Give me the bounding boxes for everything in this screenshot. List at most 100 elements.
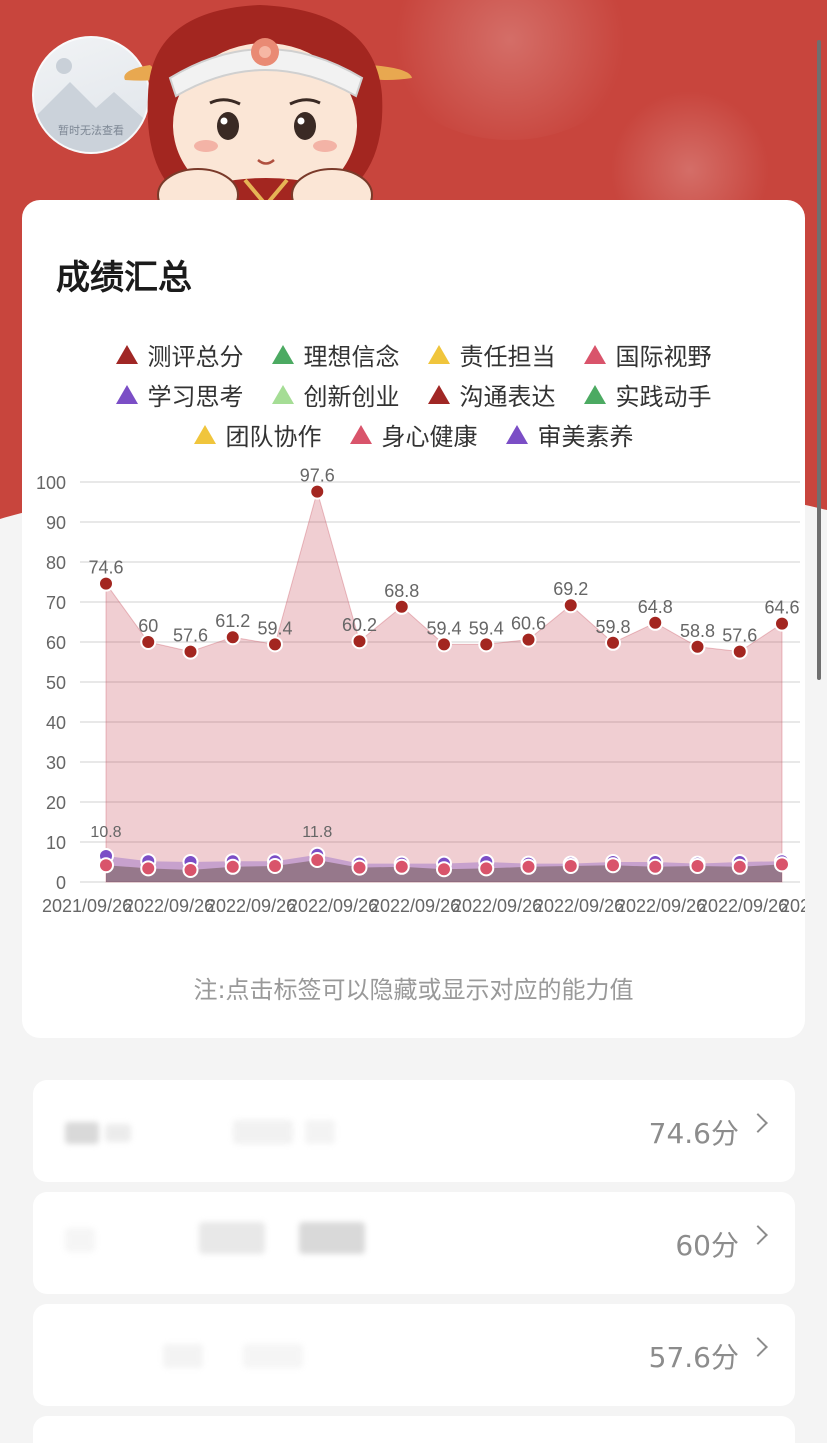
series-area-total — [105, 489, 783, 883]
data-label-total: 97.6 — [300, 466, 335, 486]
data-label-total: 57.6 — [722, 626, 757, 646]
data-point-small — [309, 852, 326, 868]
data-point-total — [98, 575, 114, 592]
data-point-small — [689, 858, 706, 874]
triangle-icon — [271, 384, 294, 404]
score-value: 57.6分 — [648, 1341, 739, 1374]
data-label-total: 60.2 — [342, 615, 377, 635]
blurred-text — [199, 1222, 265, 1254]
data-point-total — [309, 483, 326, 500]
score-list-item[interactable] — [33, 1416, 795, 1443]
y-tick-label: 60 — [46, 633, 66, 653]
data-label-total: 57.6 — [173, 626, 208, 646]
data-point-small — [647, 858, 664, 875]
data-point-total — [436, 636, 452, 653]
data-point-total — [731, 643, 748, 660]
data-point-small — [520, 858, 537, 875]
y-tick-label: 10 — [46, 833, 66, 853]
data-point-total — [182, 643, 199, 660]
legend-item-teamwork[interactable]: 团队协作 — [193, 417, 322, 452]
y-tick-label: 80 — [46, 553, 66, 573]
blurred-text — [243, 1344, 303, 1368]
y-tick-label: 100 — [36, 473, 66, 493]
data-point-total — [647, 614, 664, 631]
x-tick-label: 2022/09/26 — [124, 896, 214, 916]
data-label-total: 68.8 — [384, 581, 419, 601]
legend-item-learning[interactable]: 学习思考 — [115, 377, 244, 412]
data-point-small — [478, 860, 495, 877]
data-label-total: 60 — [138, 616, 158, 636]
triangle-icon — [271, 344, 294, 364]
legend-item-responsibility[interactable]: 责任担当 — [427, 337, 556, 372]
legend-item-practice[interactable]: 实践动手 — [583, 377, 712, 412]
blurred-text — [65, 1122, 99, 1144]
blurred-text — [305, 1120, 335, 1144]
triangle-icon — [427, 344, 450, 364]
y-tick-label: 70 — [46, 593, 66, 613]
score-list-item[interactable]: 57.6分 — [33, 1304, 795, 1406]
blurred-text — [299, 1222, 365, 1254]
blurred-text — [233, 1120, 293, 1144]
score-value: 74.6分 — [648, 1117, 739, 1150]
blurred-text — [65, 1228, 95, 1252]
scrollbar[interactable] — [817, 40, 821, 680]
data-point-total — [393, 598, 410, 615]
data-point-total — [267, 636, 283, 653]
legend-item-health[interactable]: 身心健康 — [349, 417, 478, 452]
score-list-item[interactable]: 74.6分 — [33, 1080, 795, 1182]
data-label-total: 60.6 — [511, 614, 546, 634]
blurred-text — [163, 1344, 203, 1368]
y-tick-label: 20 — [46, 793, 66, 813]
score-summary-card: 成绩汇总 测评总分 理想信念 责任担当 国际视野 学习思考 创新创业 沟通表达 … — [22, 200, 805, 1038]
data-point-small — [98, 857, 114, 874]
triangle-icon — [505, 424, 528, 444]
y-tick-label: 0 — [56, 873, 66, 893]
legend-item-innovation[interactable]: 创新创业 — [271, 377, 400, 412]
card-title: 成绩汇总 — [56, 258, 192, 298]
x-tick-label: 2022/09/26 — [452, 896, 542, 916]
data-label-total: 64.8 — [638, 597, 673, 617]
data-label-total: 58.8 — [680, 621, 715, 641]
triangle-icon — [583, 384, 606, 404]
data-label-small: 11.8 — [302, 824, 332, 841]
legend-item-aesthetics[interactable]: 审美素养 — [505, 417, 634, 452]
x-tick-label: 2022/09/26 — [206, 896, 296, 916]
triangle-icon — [193, 424, 216, 444]
legend-item-total[interactable]: 测评总分 — [115, 337, 244, 372]
legend-item-communication[interactable]: 沟通表达 — [427, 377, 556, 412]
chevron-right-icon — [748, 1225, 768, 1245]
y-tick-label: 30 — [46, 753, 66, 773]
data-label-total: 64.6 — [764, 598, 799, 618]
data-point-total — [562, 597, 579, 614]
score-list-item[interactable]: 60分 — [33, 1192, 795, 1294]
data-point-small — [182, 862, 199, 878]
x-tick-label: 2022/09/26 — [288, 896, 378, 916]
triangle-icon — [349, 424, 372, 444]
data-label-total: 59.4 — [469, 618, 504, 638]
legend-item-global-vision[interactable]: 国际视野 — [583, 337, 712, 372]
data-point-small — [731, 858, 748, 875]
data-label-small: 10.8 — [90, 824, 121, 841]
x-tick-label: 2022/09/26 — [534, 896, 624, 916]
triangle-icon — [115, 344, 138, 364]
y-tick-label: 90 — [46, 513, 66, 533]
chevron-right-icon — [748, 1337, 768, 1357]
x-tick-label: 2022/09/26 — [698, 896, 788, 916]
data-point-small — [562, 858, 579, 874]
data-point-total — [351, 633, 368, 650]
legend-item-ideals[interactable]: 理想信念 — [271, 337, 400, 372]
data-point-total — [520, 631, 537, 648]
data-point-small — [224, 858, 241, 875]
chart-note: 注:点击标签可以隐藏或显示对应的能力值 — [193, 976, 634, 1004]
x-tick-label: 2022/09/26 — [616, 896, 706, 916]
x-tick-label: 2022/09 — [780, 896, 805, 916]
data-point-small — [605, 857, 621, 874]
data-label-total: 69.2 — [553, 579, 588, 599]
y-tick-label: 50 — [46, 673, 66, 693]
data-point-small — [436, 861, 452, 878]
data-point-total — [478, 636, 495, 653]
chart-legend: 测评总分 理想信念 责任担当 国际视野 学习思考 创新创业 沟通表达 实践动手 … — [22, 334, 805, 454]
blurred-text — [105, 1124, 131, 1142]
x-tick-label: 2022/09/26 — [370, 896, 460, 916]
data-point-small — [140, 860, 157, 877]
